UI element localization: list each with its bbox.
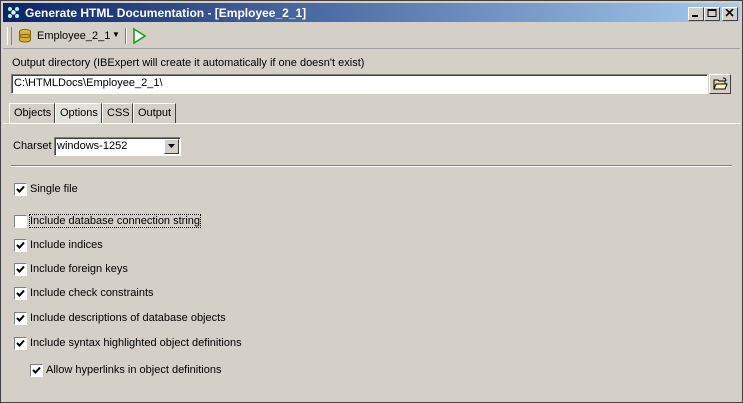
checkbox-label: Single file <box>30 183 78 195</box>
toolbar: Employee_2_1 ▼ <box>3 24 740 49</box>
checkbox-box[interactable] <box>14 287 27 300</box>
checkbox-label: Allow hyperlinks in object definitions <box>46 364 222 376</box>
charset-select[interactable]: windows-1252 <box>54 137 181 156</box>
output-directory-label: Output directory (IBExpert will create i… <box>12 57 365 69</box>
app-icon <box>8 7 19 18</box>
database-icon <box>19 29 31 43</box>
toolbar-separator <box>125 28 127 44</box>
dialog-window: Generate HTML Documentation - [Employee_… <box>0 0 743 403</box>
divider <box>11 165 732 167</box>
tab-options[interactable]: Options <box>55 103 102 123</box>
checkbox-box[interactable] <box>14 263 27 276</box>
minimize-button[interactable] <box>688 7 704 21</box>
checkmark-icon <box>32 366 41 374</box>
charset-dropdown-button[interactable] <box>164 139 179 154</box>
title-bar[interactable]: Generate HTML Documentation - [Employee_… <box>3 3 740 22</box>
tab-output[interactable]: Output <box>133 103 176 123</box>
tab-label: Options <box>60 107 98 119</box>
database-label: Employee_2_1 <box>37 30 111 42</box>
checkmark-icon <box>16 185 25 193</box>
checkbox-box[interactable] <box>14 215 27 228</box>
folder-open-icon <box>713 77 728 90</box>
chevron-down-icon <box>168 144 175 148</box>
close-icon <box>725 9 734 17</box>
checkbox-box[interactable] <box>14 239 27 252</box>
database-dropdown-button[interactable]: Employee_2_1 ▼ <box>15 26 123 46</box>
tab-objects[interactable]: Objects <box>9 103 55 123</box>
checkmark-icon <box>16 289 25 297</box>
checkbox-box[interactable] <box>14 183 27 196</box>
checkbox-label: Include database connection string <box>28 214 202 228</box>
checkbox-label: Include check constraints <box>30 287 154 299</box>
checkbox-box[interactable] <box>14 337 27 350</box>
checkmark-icon <box>16 241 25 249</box>
checkbox-box[interactable] <box>14 312 27 325</box>
tab-css[interactable]: CSS <box>102 103 133 123</box>
checkbox-label: Include indices <box>30 239 103 251</box>
checkbox-box[interactable] <box>30 364 43 377</box>
minimize-icon <box>692 15 698 17</box>
charset-value: windows-1252 <box>57 140 128 152</box>
tab-label: CSS <box>107 107 130 119</box>
maximize-button[interactable] <box>704 7 720 21</box>
output-directory-value: C:\HTMLDocs\Employee_2_1\ <box>14 77 163 89</box>
play-icon <box>133 27 147 45</box>
tab-label: Objects <box>14 107 52 119</box>
checkmark-icon <box>16 265 25 273</box>
checkmark-icon <box>16 314 25 322</box>
output-directory-input[interactable]: C:\HTMLDocs\Employee_2_1\ <box>11 74 708 94</box>
run-button[interactable] <box>130 27 148 45</box>
toolbar-grip[interactable] <box>7 27 12 45</box>
checkbox-label: Include foreign keys <box>30 263 128 275</box>
checkbox-label: Include descriptions of database objects <box>30 312 226 324</box>
checkmark-icon <box>16 339 25 347</box>
tab-label: Output <box>138 107 172 119</box>
browse-folder-button[interactable] <box>709 74 731 94</box>
maximize-icon <box>707 9 717 17</box>
charset-label: Charset <box>13 140 52 152</box>
close-button[interactable] <box>722 7 738 21</box>
chevron-down-icon: ▼ <box>112 30 120 39</box>
window-title: Generate HTML Documentation - [Employee_… <box>25 6 307 20</box>
checkbox-label: Include syntax highlighted object defini… <box>30 337 242 349</box>
